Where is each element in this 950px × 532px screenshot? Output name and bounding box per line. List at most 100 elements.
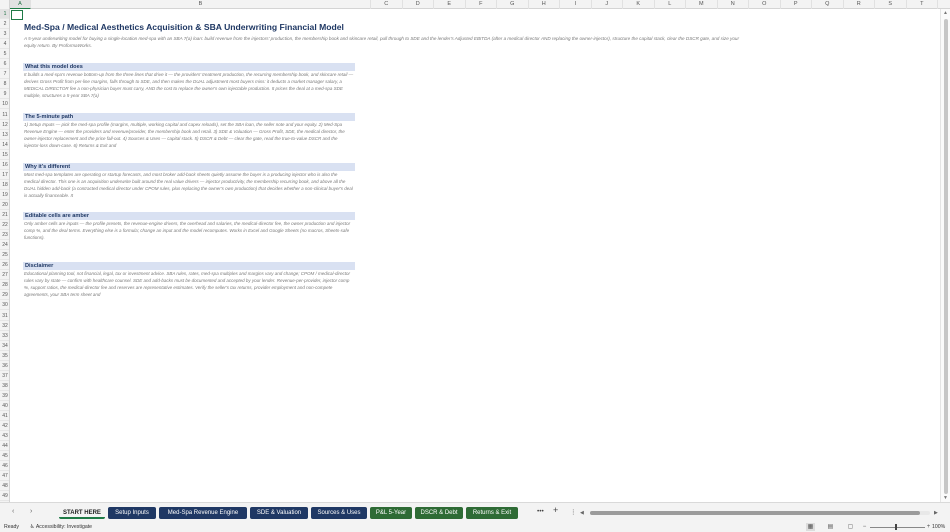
row-header-39[interactable]: 39 bbox=[0, 391, 9, 401]
zoom-out-icon[interactable]: − bbox=[860, 523, 869, 531]
row-header-27[interactable]: 27 bbox=[0, 270, 9, 281]
column-header-b[interactable]: B bbox=[31, 0, 371, 9]
row-header-49[interactable]: 49 bbox=[0, 491, 9, 502]
hscroll-left-icon[interactable]: ◀ bbox=[580, 510, 584, 516]
vertical-scroll-thumb[interactable] bbox=[944, 19, 948, 494]
row-header-21[interactable]: 21 bbox=[0, 210, 9, 221]
zoom-percent[interactable]: 100% bbox=[932, 524, 945, 530]
row-header-47[interactable]: 47 bbox=[0, 471, 9, 482]
row-header-22[interactable]: 22 bbox=[0, 220, 9, 231]
row-header-12[interactable]: 12 bbox=[0, 120, 9, 130]
scroll-down-icon[interactable]: ▼ bbox=[943, 495, 948, 501]
sheet-tab-returns-exit[interactable]: Returns & Exit bbox=[466, 507, 518, 519]
row-header-20[interactable]: 20 bbox=[0, 200, 9, 210]
row-header-37[interactable]: 37 bbox=[0, 371, 9, 381]
horizontal-scroll-thumb[interactable] bbox=[590, 511, 920, 515]
row-header-26[interactable]: 26 bbox=[0, 260, 9, 271]
page-layout-view-icon[interactable]: ▤ bbox=[826, 523, 835, 531]
column-header-r[interactable]: R bbox=[844, 0, 875, 9]
row-header-1[interactable]: 1 bbox=[0, 9, 9, 20]
column-header-l[interactable]: L bbox=[655, 0, 686, 9]
row-header-5[interactable]: 5 bbox=[0, 49, 9, 60]
active-cell-a1[interactable] bbox=[11, 10, 23, 20]
row-header-38[interactable]: 38 bbox=[0, 381, 9, 391]
column-header-d[interactable]: D bbox=[403, 0, 434, 9]
row-header-36[interactable]: 36 bbox=[0, 361, 9, 371]
row-header-31[interactable]: 31 bbox=[0, 311, 9, 321]
row-header-3[interactable]: 3 bbox=[0, 29, 9, 40]
row-header-7[interactable]: 7 bbox=[0, 69, 9, 80]
column-header-e[interactable]: E bbox=[434, 0, 466, 9]
column-header-q[interactable]: Q bbox=[812, 0, 844, 9]
zoom-slider-knob[interactable] bbox=[895, 524, 897, 530]
row-header-23[interactable]: 23 bbox=[0, 230, 9, 241]
row-header-13[interactable]: 13 bbox=[0, 130, 9, 140]
row-header-42[interactable]: 42 bbox=[0, 421, 9, 432]
row-header-46[interactable]: 46 bbox=[0, 461, 9, 472]
more-tabs-icon[interactable]: ••• bbox=[537, 508, 544, 515]
column-header-p[interactable]: P bbox=[781, 0, 812, 9]
select-all-corner[interactable] bbox=[0, 0, 10, 9]
row-header-44[interactable]: 44 bbox=[0, 441, 9, 452]
scroll-up-icon[interactable]: ▲ bbox=[943, 10, 948, 16]
vertical-scrollbar[interactable]: ▲ ▼ bbox=[940, 9, 950, 502]
column-header-k[interactable]: K bbox=[623, 0, 655, 9]
row-header-8[interactable]: 8 bbox=[0, 79, 9, 90]
sheet-tab-med-spa-revenue-engine[interactable]: Med-Spa Revenue Engine bbox=[159, 507, 247, 519]
row-header-10[interactable]: 10 bbox=[0, 99, 9, 110]
row-header-41[interactable]: 41 bbox=[0, 411, 9, 422]
row-header-29[interactable]: 29 bbox=[0, 290, 9, 301]
page-break-view-icon[interactable]: ▢ bbox=[846, 523, 855, 531]
column-header-g[interactable]: G bbox=[497, 0, 529, 9]
normal-view-icon[interactable]: ▦ bbox=[806, 523, 815, 531]
accessibility-status[interactable]: ♿ Accessibility: Investigate bbox=[30, 524, 92, 530]
row-header-40[interactable]: 40 bbox=[0, 401, 9, 411]
column-header-c[interactable]: C bbox=[371, 0, 403, 9]
column-header-o[interactable]: O bbox=[749, 0, 781, 9]
column-header-f[interactable]: F bbox=[466, 0, 497, 9]
sheet-options-icon[interactable]: ⋮ bbox=[570, 508, 577, 516]
row-header-33[interactable]: 33 bbox=[0, 331, 9, 341]
row-header-14[interactable]: 14 bbox=[0, 140, 9, 150]
row-header-48[interactable]: 48 bbox=[0, 481, 9, 492]
sheet-tab-p-l-5-year[interactable]: P&L 5-Year bbox=[370, 507, 412, 519]
sheet-tab-start-here[interactable]: START HERE bbox=[59, 507, 105, 519]
row-header-16[interactable]: 16 bbox=[0, 160, 9, 170]
tab-prev-icon[interactable]: ‹ bbox=[12, 508, 14, 515]
sheet-tab-setup-inputs[interactable]: Setup Inputs bbox=[108, 507, 156, 519]
row-header-6[interactable]: 6 bbox=[0, 59, 9, 70]
row-header-18[interactable]: 18 bbox=[0, 180, 9, 190]
row-header-15[interactable]: 15 bbox=[0, 150, 9, 160]
row-header-28[interactable]: 28 bbox=[0, 280, 9, 291]
sheet-tab-sde-valuation[interactable]: SDE & Valuation bbox=[250, 507, 308, 519]
column-header-i[interactable]: I bbox=[560, 0, 592, 9]
row-header-19[interactable]: 19 bbox=[0, 190, 9, 200]
zoom-slider[interactable] bbox=[870, 527, 925, 528]
tab-next-icon[interactable]: › bbox=[30, 508, 32, 515]
row-header-25[interactable]: 25 bbox=[0, 250, 9, 261]
row-header-9[interactable]: 9 bbox=[0, 89, 9, 100]
column-header-j[interactable]: J bbox=[592, 0, 623, 9]
hscroll-right-icon[interactable]: ▶ bbox=[934, 510, 938, 516]
row-header-30[interactable]: 30 bbox=[0, 300, 9, 311]
column-header-m[interactable]: M bbox=[686, 0, 718, 9]
row-header-11[interactable]: 11 bbox=[0, 110, 9, 120]
column-header-n[interactable]: N bbox=[718, 0, 749, 9]
row-header-43[interactable]: 43 bbox=[0, 431, 9, 442]
row-header-32[interactable]: 32 bbox=[0, 321, 9, 331]
add-sheet-icon[interactable]: + bbox=[553, 505, 558, 515]
row-header-45[interactable]: 45 bbox=[0, 451, 9, 462]
sheet-tab-sources-uses[interactable]: Sources & Uses bbox=[311, 507, 367, 519]
column-header-h[interactable]: H bbox=[529, 0, 560, 9]
column-header-s[interactable]: S bbox=[875, 0, 907, 9]
row-header-2[interactable]: 2 bbox=[0, 19, 9, 30]
column-header-t[interactable]: T bbox=[907, 0, 938, 9]
row-header-35[interactable]: 35 bbox=[0, 351, 9, 361]
row-header-17[interactable]: 17 bbox=[0, 170, 9, 180]
row-header-34[interactable]: 34 bbox=[0, 341, 9, 351]
horizontal-scrollbar[interactable] bbox=[590, 511, 930, 515]
row-header-24[interactable]: 24 bbox=[0, 240, 9, 251]
sheet-tab-dscr-debt[interactable]: DSCR & Debt bbox=[415, 507, 463, 519]
row-header-4[interactable]: 4 bbox=[0, 39, 9, 50]
sheet-grid[interactable]: Med-Spa / Medical Aesthetics Acquisition… bbox=[10, 9, 940, 502]
